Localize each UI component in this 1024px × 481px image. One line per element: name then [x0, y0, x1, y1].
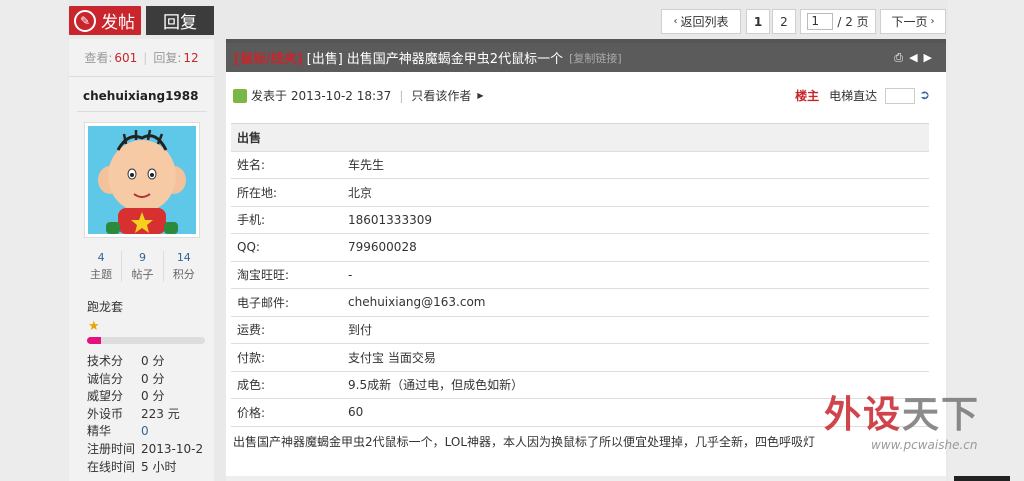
thread-type[interactable]: [出售]	[307, 48, 343, 67]
edit-icon: ✎	[74, 9, 96, 32]
copy-link-button[interactable]: [复制链接]	[569, 50, 622, 66]
profile-row: 技术分 0 分	[87, 354, 165, 368]
page-background-right	[948, 0, 1024, 481]
triangle-right-icon: ▶	[477, 91, 484, 100]
user-group[interactable]: 跑龙套	[87, 298, 123, 315]
reply-button[interactable]: 回复	[146, 6, 214, 35]
floor-label: 楼主	[795, 89, 820, 103]
chevron-left-icon: ‹	[673, 16, 678, 27]
post-content-area: [鼠标/线夹] [出售] 出售国产神器魔蝎金甲虫2代鼠标一个 [复制链接] ⎙ …	[226, 39, 946, 481]
thread-title: 出售国产神器魔蝎金甲虫2代鼠标一个	[346, 52, 564, 67]
profile-row: 精华 0	[87, 424, 149, 439]
table-header-row: 出售	[231, 123, 929, 152]
post-floor-tools: 楼主 电梯直达 ➲	[795, 87, 930, 104]
reply-count: 12	[183, 50, 199, 65]
jump-label: 电梯直达	[829, 89, 878, 103]
table-row: 价格: 60	[231, 398, 929, 427]
user-profile-info: 技术分 0 分 诚信分 0 分 威望分 0 分 外设币 223 元 精华 0 注册时间 20…	[87, 353, 203, 476]
avatar-cartoon-image	[88, 126, 196, 234]
reply-label: 回复	[163, 13, 197, 33]
table-row: 所在地: 北京	[231, 178, 929, 207]
chevron-right-icon: ›	[930, 16, 935, 27]
next-page-button[interactable]: 下一页 ›	[880, 9, 946, 34]
table-row: QQ: 799600028	[231, 233, 929, 262]
floor-jump-input[interactable]	[885, 87, 916, 104]
profile-row: 在线时间 5 小时	[87, 459, 177, 474]
star-icon: ★	[88, 319, 100, 334]
sale-info-table: 出售 姓名: 车先生 所在地: 北京 手机: 18601333309 QQ: 79960…	[231, 123, 929, 427]
print-icon[interactable]: ⎙	[894, 51, 903, 65]
thread-stats: 查看: 601 | 回复: 12	[69, 39, 214, 77]
table-row: 姓名: 车先生	[231, 151, 929, 179]
corner-widget[interactable]	[954, 476, 1010, 481]
profile-row: 外设币 223 元	[87, 406, 180, 421]
topics-count[interactable]: 4 主题	[81, 251, 123, 282]
post-meta: 发表于 2013-10-2 18:37 | 只看该作者 ▶	[233, 87, 484, 104]
page-input[interactable]: 1	[807, 13, 834, 30]
avatar[interactable]	[84, 122, 200, 238]
points-count[interactable]: 14 积分	[164, 251, 204, 282]
page-jump: 1 / 2 页	[800, 9, 876, 34]
profile-row: 注册时间 2013-10-2	[87, 441, 204, 456]
posts-count[interactable]: 9 帖子	[122, 251, 164, 282]
table-row: 付款: 支付宝 当面交易	[231, 343, 929, 372]
page-2-button[interactable]: 2	[772, 9, 796, 34]
new-post-label: 发帖	[101, 13, 135, 33]
post-time: 发表于 2013-10-2 18:37	[251, 89, 392, 103]
thread-title-bar: [鼠标/线夹] [出售] 出售国产神器魔蝎金甲虫2代鼠标一个 [复制链接]	[226, 43, 946, 72]
table-row: 电子邮件: chehuixiang@163.com	[231, 288, 929, 317]
go-icon[interactable]: ➲	[919, 88, 930, 103]
table-row: 运费: 到付	[231, 316, 929, 344]
table-row: 手机: 18601333309	[231, 206, 929, 234]
title-actions: ⎙ ◀ ▶	[894, 51, 932, 65]
table-row: 成色: 9.5成新（通过电，但成色如新）	[231, 371, 929, 399]
arrow-right-icon[interactable]: ▶	[924, 51, 932, 65]
post-body-text: 出售国产神器魔蝎金甲虫2代鼠标一个，LOL神器，本人因为换鼠标了所以便宜处理掉，…	[233, 435, 816, 449]
page-total: / 2 页	[837, 15, 869, 29]
level-progress-bar	[87, 337, 205, 344]
user-icon	[233, 88, 247, 103]
thread-category-link[interactable]: [鼠标/线夹]	[234, 48, 303, 67]
new-post-button[interactable]: ✎ 发帖	[69, 6, 141, 35]
author-sidebar: 查看: 601 | 回复: 12 chehuixiang1988 4 主题 9 帖子	[69, 39, 214, 481]
arrow-left-icon[interactable]: ◀	[909, 51, 917, 65]
view-count: 601	[114, 50, 138, 65]
page-1-button[interactable]: 1	[746, 9, 770, 34]
user-counts: 4 主题 9 帖子 14 积分	[81, 251, 204, 282]
level-progress-fill	[87, 337, 102, 344]
table-row: 淘宝旺旺: -	[231, 261, 929, 289]
back-to-list-button[interactable]: ‹ 返回列表	[661, 9, 741, 34]
only-author-link[interactable]: 只看该作者	[411, 87, 471, 104]
username-link[interactable]: chehuixiang1988	[83, 89, 198, 103]
profile-row: 威望分 0 分	[87, 389, 165, 404]
page-background-left	[0, 0, 68, 481]
profile-row: 诚信分 0 分	[87, 371, 165, 386]
